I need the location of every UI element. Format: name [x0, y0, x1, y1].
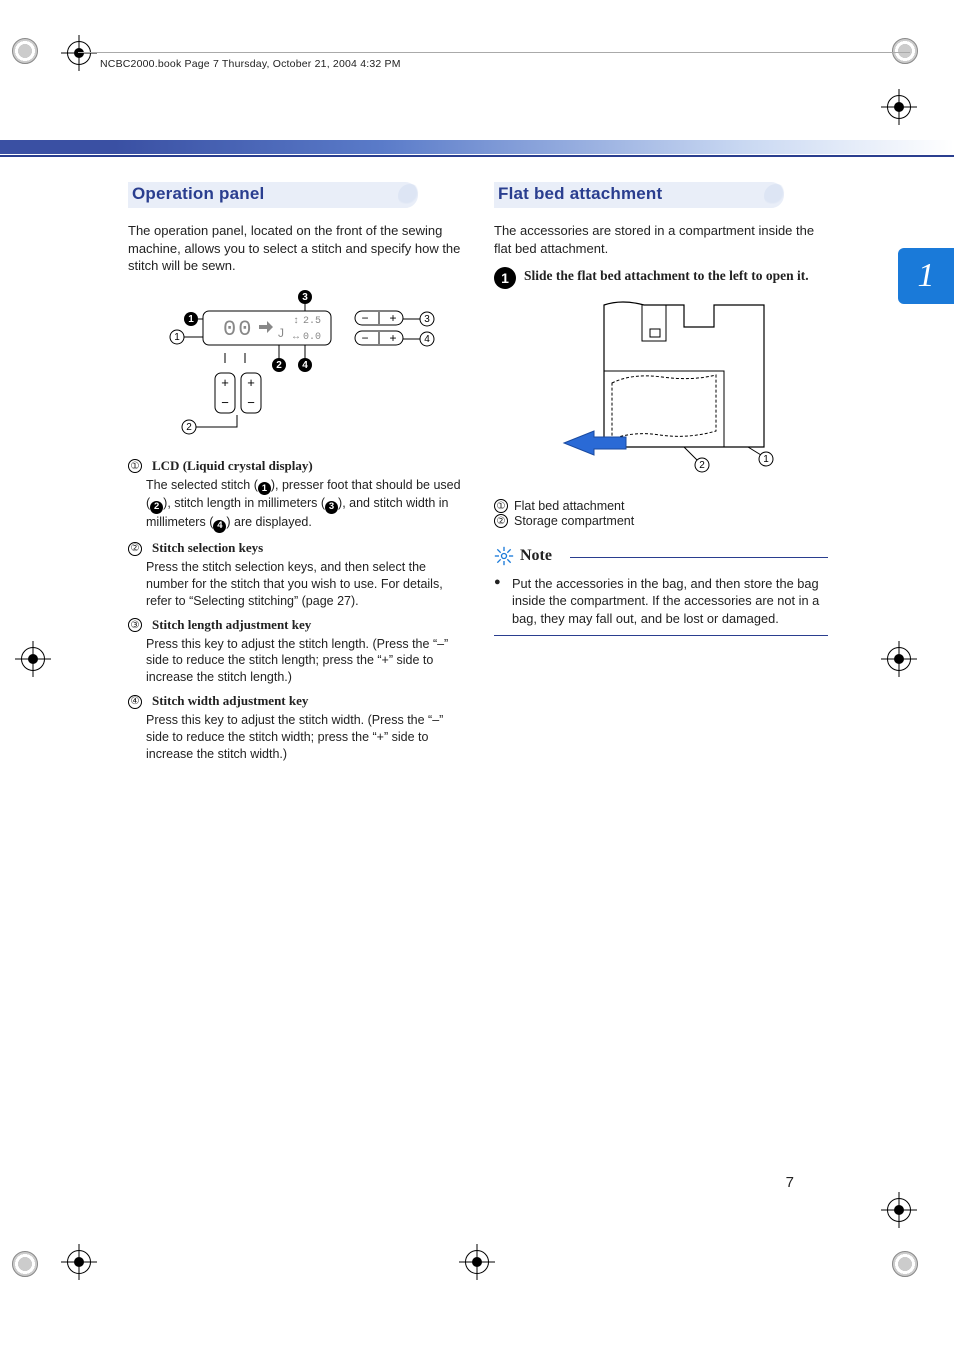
legend-title: Stitch width adjustment key	[152, 693, 308, 708]
svg-text:3: 3	[424, 314, 430, 325]
note-label: Note	[520, 547, 552, 565]
registration-mark-icon	[68, 42, 90, 64]
blue-underline	[0, 155, 954, 157]
inline-callout-icon: 1	[258, 482, 271, 495]
legend-marker: ④	[128, 695, 142, 709]
svg-text:2.5: 2.5	[303, 316, 321, 327]
callout-text: Storage compartment	[514, 514, 634, 528]
registration-mark-icon	[68, 1251, 90, 1273]
svg-text:1: 1	[188, 314, 194, 325]
header-rule	[78, 52, 910, 53]
svg-text:−: −	[221, 395, 229, 410]
section-title: Operation panel	[128, 182, 462, 204]
svg-text:1: 1	[174, 332, 180, 343]
header-stamp: NCBC2000.book Page 7 Thursday, October 2…	[100, 58, 401, 70]
registration-mark-icon	[22, 648, 44, 670]
flatbed-figure: 1 2	[534, 297, 794, 487]
legend-desc: The selected stitch (1), presser foot th…	[146, 477, 462, 534]
legend-title: LCD (Liquid crystal display)	[152, 458, 313, 473]
step-badge: 1	[494, 267, 516, 289]
note-text: Put the accessories in the bag, and then…	[494, 575, 828, 627]
registration-mark-icon	[466, 1251, 488, 1273]
inline-callout-icon: 3	[325, 501, 338, 514]
svg-text:00: 00	[223, 317, 253, 342]
burst-icon	[494, 546, 514, 566]
svg-text:2: 2	[186, 422, 192, 433]
svg-text:↔: ↔	[293, 332, 299, 343]
svg-text:−: −	[361, 311, 368, 325]
legend-marker: ③	[128, 618, 142, 632]
step-text: Slide the flat bed attachment to the lef…	[524, 267, 809, 289]
operation-panel-figure: 00 J ↕ 2.5 ↔ 0.0 − + − +	[145, 285, 445, 445]
crop-mark-icon	[892, 1251, 918, 1277]
section-intro: The operation panel, located on the fron…	[128, 222, 462, 275]
note-rule	[570, 557, 828, 558]
callout-marker: ①	[494, 499, 508, 513]
svg-text:3: 3	[302, 292, 308, 303]
callout-list: ① Flat bed attachment ② Storage compartm…	[494, 499, 828, 528]
legend-desc: Press this key to adjust the stitch widt…	[146, 712, 462, 763]
svg-text:0.0: 0.0	[303, 332, 321, 343]
registration-mark-icon	[888, 96, 910, 118]
svg-text:−: −	[247, 395, 255, 410]
legend-marker: ②	[128, 542, 142, 556]
blue-band	[0, 140, 954, 154]
registration-mark-icon	[888, 648, 910, 670]
note-footer-rule	[494, 635, 828, 636]
svg-text:4: 4	[302, 360, 308, 371]
callout-text: Flat bed attachment	[514, 499, 624, 513]
legend-title: Stitch length adjustment key	[152, 617, 311, 632]
registration-mark-icon	[888, 1199, 910, 1221]
section-intro: The accessories are stored in a compartm…	[494, 222, 828, 257]
legend-list: ① LCD (Liquid crystal display) The selec…	[128, 457, 462, 763]
chapter-tab: 1	[898, 248, 954, 304]
svg-text:2: 2	[276, 360, 282, 371]
legend-title: Stitch selection keys	[152, 540, 263, 555]
left-column: Operation panel The operation panel, loc…	[128, 182, 462, 769]
callout-marker: ②	[494, 514, 508, 528]
page-number: 7	[786, 1174, 794, 1191]
legend-marker: ①	[128, 459, 142, 473]
section-heading: Flat bed attachment	[494, 182, 828, 212]
right-column: Flat bed attachment The accessories are …	[494, 182, 828, 769]
svg-text:+: +	[389, 331, 396, 345]
svg-text:↕: ↕	[293, 316, 299, 327]
inline-callout-icon: 2	[150, 501, 163, 514]
svg-text:+: +	[247, 375, 255, 390]
note-heading: Note	[494, 546, 828, 566]
svg-text:2: 2	[699, 460, 705, 471]
inline-callout-icon: 4	[213, 520, 226, 533]
section-heading: Operation panel	[128, 182, 462, 212]
section-title: Flat bed attachment	[494, 182, 828, 204]
crop-mark-icon	[12, 1251, 38, 1277]
svg-text:+: +	[389, 311, 396, 325]
crop-mark-icon	[12, 38, 38, 64]
svg-text:J: J	[278, 326, 284, 340]
legend-desc: Press the stitch selection keys, and the…	[146, 559, 462, 610]
svg-text:+: +	[221, 375, 229, 390]
svg-text:1: 1	[763, 454, 769, 465]
step-item: 1 Slide the flat bed attachment to the l…	[494, 267, 828, 289]
crop-mark-icon	[892, 38, 918, 64]
legend-desc: Press this key to adjust the stitch leng…	[146, 636, 462, 687]
svg-text:4: 4	[424, 334, 430, 345]
svg-text:−: −	[361, 331, 368, 345]
